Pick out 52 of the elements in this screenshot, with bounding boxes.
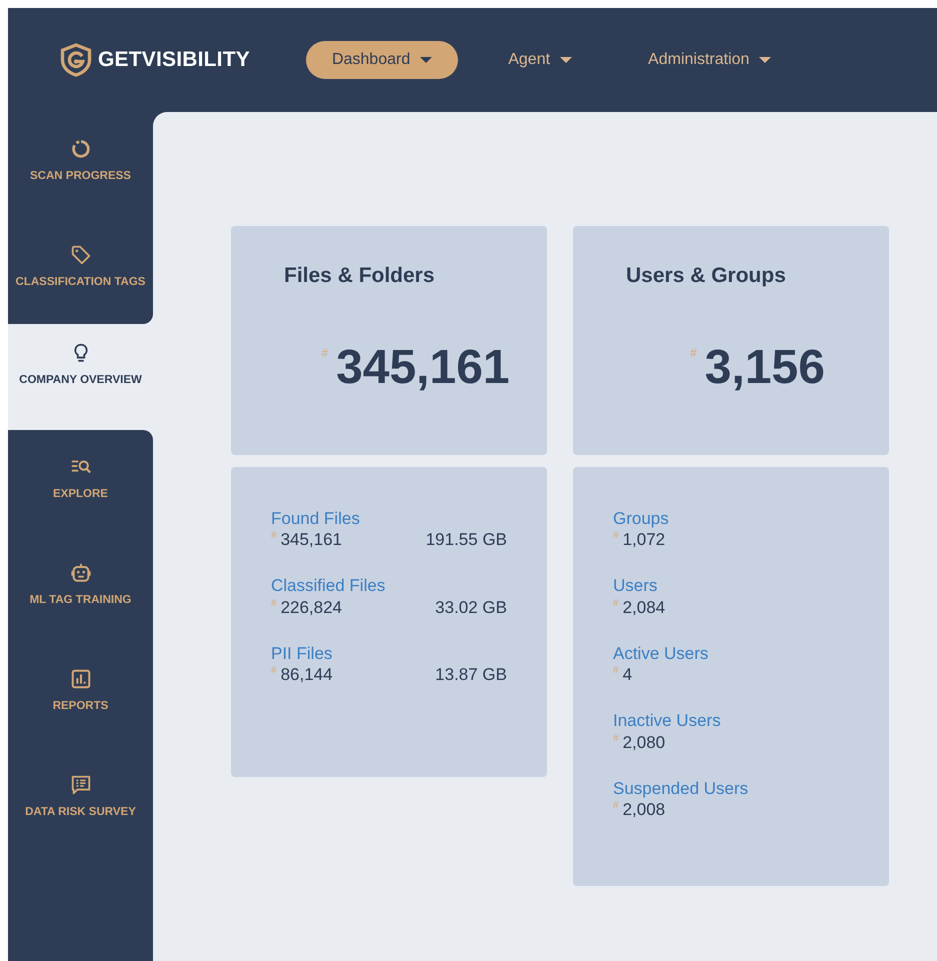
hash-sign: # (613, 664, 619, 678)
stat-label: Active Users (613, 644, 710, 664)
card-title: Files & Folders (284, 263, 436, 289)
stat-label: Groups (613, 509, 670, 530)
sidebar-item[interactable]: SCAN PROGRESS (8, 112, 153, 218)
stat-count: 2,084 (622, 596, 666, 619)
sidebar-item[interactable]: CLASSIFICATION TAGS (8, 218, 153, 324)
sidebar-item[interactable]: DATA RISK SURVEY (8, 748, 153, 854)
caret-icon (560, 57, 572, 63)
stat-size: 13.87 GB (435, 664, 507, 686)
brand-name: GETVISIBILITY (98, 47, 250, 74)
card-title: Users & Groups (626, 263, 787, 289)
stat-count: 86,144 (280, 664, 333, 686)
stat-label: Suspended Users (613, 778, 750, 800)
hash-sign: # (321, 344, 328, 362)
stat-count: 2,080 (622, 732, 666, 754)
stat-label: Classified Files (271, 576, 386, 597)
hash-sign: # (613, 799, 619, 812)
stat-label: Users (613, 576, 658, 597)
shield-logo-icon (58, 42, 94, 78)
stat-label: Found Files (271, 509, 361, 530)
nav-menu-button[interactable]: Administration (622, 41, 798, 79)
stat-label: Inactive Users (613, 711, 722, 732)
caret-icon (420, 57, 432, 63)
sidebar-item[interactable]: REPORTS (8, 642, 153, 748)
caret-icon (759, 57, 772, 63)
hash-sign: # (613, 596, 619, 610)
hash-sign: # (690, 344, 697, 362)
nav-menu-button[interactable]: Dashboard (306, 41, 458, 79)
sidebar-item[interactable]: ML TAG TRAINING (8, 536, 153, 642)
hash-sign: # (271, 529, 277, 542)
stat-count: 1,072 (622, 529, 666, 552)
stat-count: 4 (622, 664, 632, 686)
stat-count: 226,824 (280, 596, 342, 619)
nav-menu-button[interactable]: Agent (482, 41, 598, 79)
total-count: 3,156 (704, 344, 825, 392)
total-count: 345,161 (336, 344, 510, 392)
stat-count: 2,008 (622, 799, 666, 822)
stat-count: 345,161 (280, 529, 342, 552)
robot-icon (70, 562, 92, 584)
bar-chart-icon (70, 668, 92, 690)
hash-sign: # (271, 664, 277, 678)
hash-sign: # (613, 529, 619, 542)
progress-ring-icon (70, 138, 92, 160)
sidebar-item[interactable]: EXPLORE (8, 430, 153, 536)
tag-icon (70, 244, 92, 266)
speech-list-icon (70, 774, 92, 796)
hash-sign: # (271, 596, 277, 610)
hash-sign: # (613, 732, 619, 745)
stat-size: 33.02 GB (435, 596, 507, 619)
stat-label: PII Files (271, 644, 334, 664)
stat-size: 191.55 GB (426, 529, 507, 552)
